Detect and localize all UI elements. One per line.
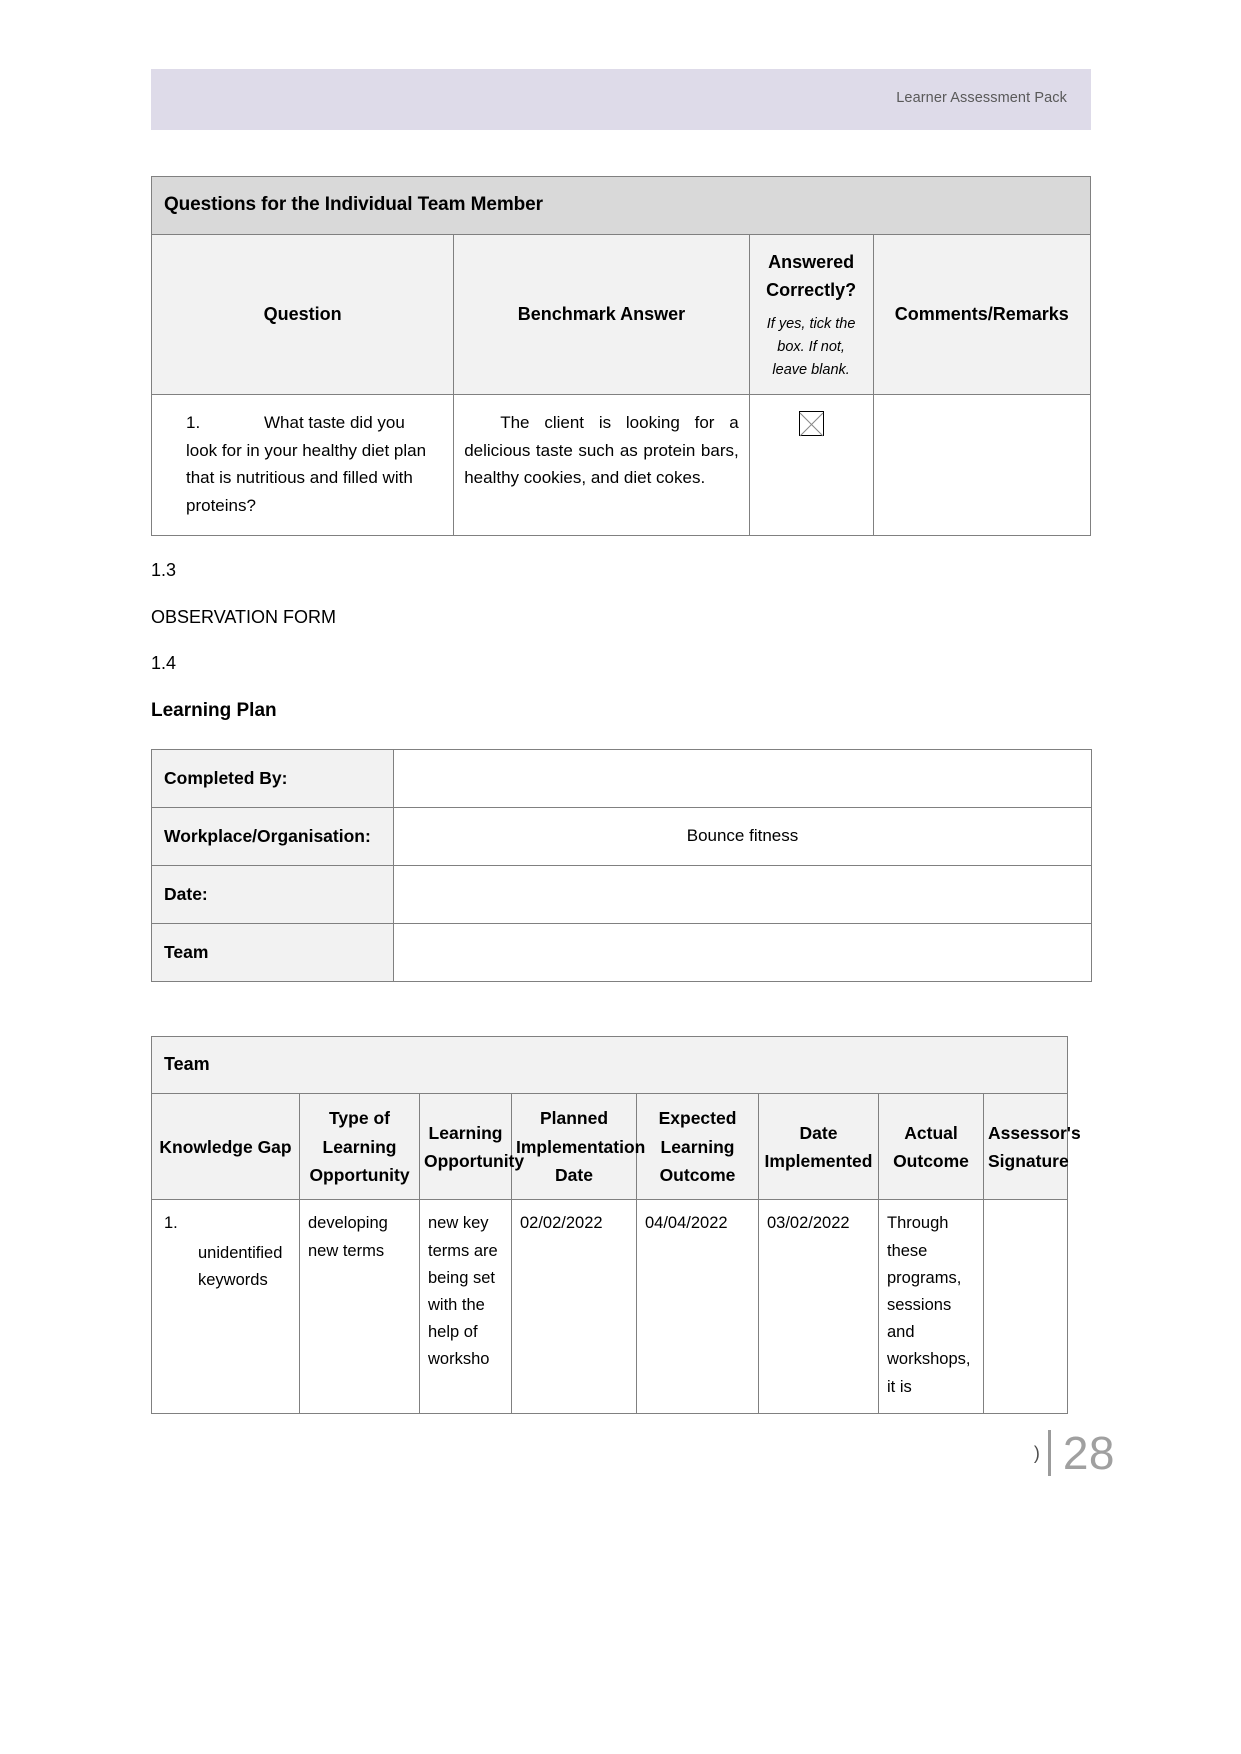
questions-table: Questions for the Individual Team Member…: [150, 176, 1091, 537]
column-header-answered-correctly: Answered Correctly? If yes, tick the box…: [748, 233, 874, 396]
plan-row-workplace: Workplace/Organisation: Bounce fitness: [151, 807, 1092, 867]
checkbox-x-icon[interactable]: [798, 411, 824, 437]
document-content: Questions for the Individual Team Member…: [150, 176, 1092, 1414]
plan-label-date: Date:: [151, 865, 394, 925]
team-cell-type-of-learning-opportunity: developing new terms: [299, 1199, 420, 1414]
column-header-knowledge-gap: Knowledge Gap: [151, 1093, 300, 1201]
questions-table-header-row: Question Benchmark Answer Answered Corre…: [150, 233, 1091, 396]
learning-plan-table: Completed By: Workplace/Organisation: Bo…: [151, 749, 1092, 983]
team-table-header-row: Knowledge Gap Type of Learning Opportuni…: [151, 1093, 1081, 1201]
footer-divider-rule: [1047, 1430, 1051, 1476]
team-cell-planned-implementation-date: 02/02/2022: [511, 1199, 637, 1414]
column-header-learning-opportunity: Learning Opportunity: [419, 1093, 524, 1201]
team-table: Team Knowledge Gap Type of Learning Oppo…: [150, 1036, 1081, 1414]
column-header-question: Question: [150, 233, 455, 396]
column-header-expected-learning-outcome: Expected Learning Outcome: [636, 1093, 759, 1201]
team-table-title: Team: [150, 1036, 1069, 1095]
questions-table-title-row: Questions for the Individual Team Member: [151, 176, 1091, 235]
plan-label-workplace: Workplace/Organisation:: [151, 807, 394, 867]
plan-label-completed-by: Completed By:: [151, 749, 394, 809]
plan-value-completed-by[interactable]: [393, 749, 1092, 809]
team-table-title-row: Team: [150, 1036, 1069, 1095]
footer-tail-glyph: ): [1033, 1442, 1040, 1463]
team-row-number: 1.: [164, 1214, 178, 1233]
comments-remarks-cell[interactable]: [872, 394, 1091, 537]
question-cell: 1. What taste did you look for in your he…: [150, 394, 455, 537]
plan-label-team: Team: [151, 923, 394, 983]
team-cell-assessor-signature[interactable]: [982, 1199, 1069, 1414]
questions-table-row: 1. What taste did you look for in your he…: [150, 394, 1091, 537]
team-cell-actual-outcome: Through these programs, sessions and wor…: [878, 1199, 984, 1414]
section-number-1-3: 1.3: [151, 560, 177, 581]
column-header-benchmark-answer: Benchmark Answer: [453, 233, 750, 396]
questions-table-title: Questions for the Individual Team Member: [151, 176, 1091, 235]
plan-value-team[interactable]: [393, 923, 1092, 983]
section-number-1-4: 1.4: [151, 653, 177, 674]
section-learning-plan-heading: Learning Plan: [151, 699, 277, 721]
benchmark-answer-text: The client is looking for a delicious ta…: [464, 413, 739, 488]
header-band-label: Learner Assessment Pack: [896, 90, 1067, 106]
benchmark-answer-cell: The client is looking for a delicious ta…: [453, 394, 750, 537]
page-footer: ) 28: [1034, 1424, 1115, 1482]
section-observation-form: OBSERVATION FORM: [151, 606, 337, 627]
plan-row-completed-by: Completed By:: [151, 749, 1092, 809]
plan-value-workplace[interactable]: Bounce fitness: [393, 807, 1092, 867]
team-table-row: 1. unidentified keywords developing new …: [151, 1199, 1069, 1414]
page-number: 28: [1062, 1427, 1115, 1479]
column-header-comments-remarks: Comments/Remarks: [872, 233, 1091, 396]
team-knowledge-gap-text: unidentified keywords: [198, 1243, 283, 1289]
team-cell-learning-opportunity: new key terms are being set with the hel…: [419, 1199, 512, 1414]
plan-value-date[interactable]: [393, 865, 1092, 925]
column-header-date-implemented: Date Implemented: [758, 1093, 879, 1201]
answered-correctly-instruction: If yes, tick the box. If not, leave blan…: [766, 315, 856, 379]
column-header-planned-implementation-date: Planned Implementation Date: [511, 1093, 645, 1201]
team-cell-date-implemented: 03/02/2022: [758, 1199, 879, 1414]
question-number: 1.: [186, 413, 201, 433]
column-header-type-of-learning-opportunity: Type of Learning Opportunity: [299, 1093, 420, 1201]
plan-row-team: Team: [151, 923, 1092, 983]
answered-correctly-cell[interactable]: [748, 394, 874, 537]
plan-row-date: Date:: [151, 865, 1092, 925]
team-cell-knowledge-gap: 1. unidentified keywords: [151, 1199, 300, 1414]
column-header-actual-outcome: Actual Outcome: [878, 1093, 984, 1201]
document-page: Learner Assessment Pack Questions for th…: [0, 0, 1241, 1754]
answered-correctly-title: Answered Correctly?: [766, 252, 857, 300]
team-cell-expected-learning-outcome: 04/04/2022: [636, 1199, 759, 1414]
column-header-assessor-signature: Assessor's Signature: [982, 1093, 1081, 1201]
page-header-band: Learner Assessment Pack: [151, 69, 1091, 130]
